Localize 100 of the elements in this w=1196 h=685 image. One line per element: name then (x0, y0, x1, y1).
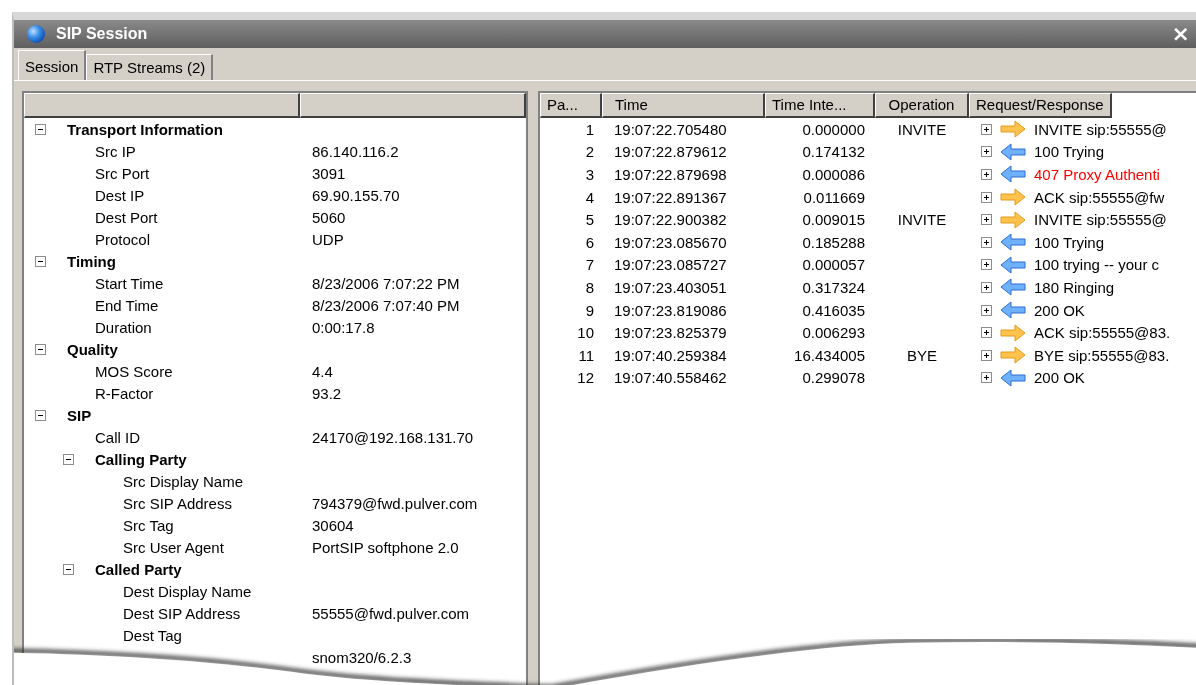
property-label: Start Time (95, 274, 164, 292)
table-cell: 2 (585, 143, 594, 161)
property-label: Src User Agent (123, 538, 224, 556)
property-label: Duration (95, 318, 152, 336)
message-text: INVITE sip:55555@ (1034, 120, 1167, 138)
table-cell: 0.416035 (802, 301, 865, 319)
expand-icon[interactable] (981, 236, 992, 248)
table-cell: 10 (577, 324, 594, 342)
table-cell: 0.011669 (803, 188, 865, 206)
property-label: Call ID (95, 428, 140, 446)
message-text: 200 OK (1034, 369, 1085, 387)
property-label: R-Factor (95, 384, 154, 402)
table-cell: 9 (585, 301, 594, 319)
message-text: INVITE sip:55555@ (1034, 211, 1167, 229)
table-cell: 19:07:23.085670 (614, 233, 727, 251)
collapse-icon[interactable] (35, 255, 46, 267)
property-value: 30604 (312, 516, 354, 534)
message-text: 180 Ringing (1034, 278, 1115, 296)
property-value: 69.90.155.70 (312, 186, 400, 204)
property-value: 4.4 (312, 362, 333, 380)
property-value: 24170@192.168.131.70 (312, 428, 474, 446)
property-label: Dest SIP Address (123, 604, 241, 622)
table-cell: 19:07:40.558462 (614, 369, 727, 387)
collapse-icon[interactable] (35, 123, 46, 135)
close-button[interactable]: × (1165, 23, 1196, 45)
table-cell: 0.174132 (802, 143, 865, 161)
table-cell: 16.434005 (794, 346, 865, 364)
table-cell: 0.317324 (802, 278, 865, 296)
property-value: 93.2 (312, 384, 342, 402)
column-header[interactable]: Pa... (540, 93, 602, 118)
collapse-icon[interactable] (35, 343, 46, 355)
property-label: End Time (95, 296, 159, 314)
message-text: ACK sip:55555@fw (1034, 188, 1165, 206)
expand-icon[interactable] (981, 281, 992, 293)
column-header[interactable]: Time Inte... (765, 93, 875, 118)
table-cell: 19:07:23.085727 (614, 256, 727, 274)
property-value: 8/23/2006 7:07:40 PM (312, 296, 460, 314)
table-cell: 1 (585, 120, 594, 138)
expand-icon[interactable] (981, 191, 992, 203)
table-cell: 19:07:22.879612 (614, 143, 727, 161)
table-cell: 0.000057 (802, 256, 865, 274)
property-label: Src Display Name (123, 472, 244, 490)
column-header[interactable]: Time (602, 93, 765, 118)
expand-icon[interactable] (981, 349, 992, 361)
expand-icon[interactable] (981, 372, 992, 384)
group-label[interactable]: Transport Information (67, 120, 223, 138)
property-value: 86.140.116.2 (312, 142, 399, 160)
property-value: snom320/6.2.3 (312, 648, 412, 666)
property-label: Protocol (95, 230, 151, 248)
property-label: MOS Score (95, 362, 173, 380)
column-header[interactable] (24, 93, 300, 118)
property-value: 0:00:17.8 (312, 318, 375, 336)
property-label: Src Port (95, 164, 150, 182)
table-cell: 5 (585, 211, 594, 229)
table-cell: 0.185288 (802, 233, 865, 251)
collapse-icon[interactable] (35, 409, 46, 421)
property-value: PortSIP softphone 2.0 (312, 538, 459, 556)
column-header[interactable] (300, 93, 526, 118)
table-cell: 0.299078 (802, 369, 865, 387)
expand-icon[interactable] (981, 169, 992, 180)
window-title: SIP Session (56, 25, 148, 43)
property-label: Dest Display Name (123, 582, 252, 600)
group-label[interactable]: SIP (67, 406, 92, 424)
column-header[interactable]: Request/Response (969, 93, 1112, 118)
table-cell: 4 (585, 188, 594, 206)
property-value: 55555@fwd.pulver.com (312, 604, 469, 622)
property-label: Dest Tag (123, 626, 182, 644)
property-label: Src IP (95, 142, 136, 160)
table-cell: INVITE (897, 211, 947, 229)
group-label[interactable]: Timing (67, 252, 116, 270)
message-text: 200 OK (1034, 301, 1085, 319)
table-cell: 19:07:22.891367 (614, 188, 727, 206)
property-label: Dest Port (95, 208, 158, 226)
collapse-icon[interactable] (63, 453, 74, 465)
table-cell: 0.000000 (802, 120, 865, 138)
expand-icon[interactable] (981, 259, 992, 271)
property-value: 8/23/2006 7:07:22 PM (312, 274, 460, 292)
column-header[interactable]: Operation (875, 93, 969, 118)
group-label[interactable]: Calling Party (95, 450, 187, 468)
property-label: Src SIP Address (123, 494, 232, 512)
property-label: Src Tag (123, 516, 174, 534)
expand-icon[interactable] (981, 304, 992, 316)
expand-icon[interactable] (981, 146, 992, 158)
expand-icon[interactable] (981, 123, 992, 135)
group-label[interactable]: Called Party (95, 560, 182, 578)
message-text: ACK sip:55555@83. (1034, 324, 1171, 342)
tab[interactable]: RTP Streams (2) (86, 54, 214, 80)
message-text: 100 Trying (1034, 233, 1105, 251)
tab[interactable]: Session (18, 50, 87, 80)
property-value: 3091 (312, 164, 346, 182)
expand-icon[interactable] (981, 327, 992, 339)
message-text: 407 Proxy Authenti (1034, 166, 1160, 183)
collapse-icon[interactable] (63, 563, 74, 575)
table-cell: 19:07:22.900382 (614, 211, 727, 229)
table-cell: 19:07:23.403051 (614, 278, 727, 296)
table-cell: 19:07:40.259384 (614, 346, 727, 364)
expand-icon[interactable] (981, 214, 992, 226)
message-text: 100 Trying (1034, 143, 1105, 161)
group-label[interactable]: Quality (67, 340, 118, 358)
table-cell: 3 (585, 166, 594, 183)
